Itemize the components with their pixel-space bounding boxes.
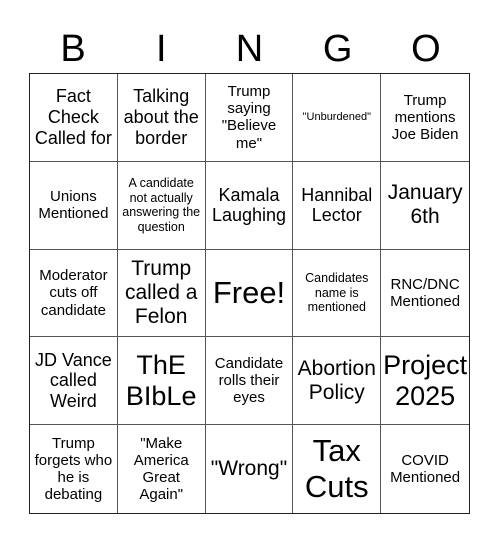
bingo-cell[interactable]: January 6th	[381, 162, 469, 250]
bingo-cell[interactable]: A candidate not actually answering the q…	[117, 161, 206, 250]
bingo-board: Fact Check Called for Talking about the …	[29, 73, 470, 514]
free-space[interactable]: Free!	[205, 249, 294, 338]
bingo-cell[interactable]: COVID Mentioned	[381, 425, 469, 513]
bingo-cell[interactable]: Fact Check Called for	[30, 74, 118, 162]
bingo-cell[interactable]: RNC/DNC Mentioned	[381, 250, 469, 338]
bingo-cell[interactable]: Trump mentions Joe Biden	[381, 74, 469, 162]
bingo-header: B I N G O	[29, 26, 470, 72]
bingo-cell[interactable]: "Wrong"	[206, 425, 294, 513]
header-letter-n: N	[235, 28, 264, 70]
bingo-cell[interactable]: Trump called a Felon	[117, 249, 206, 338]
bingo-cell[interactable]: Project 2025	[381, 337, 469, 426]
bingo-cell[interactable]: Moderator cuts off candidate	[30, 249, 118, 338]
bingo-cell[interactable]: Abortion Policy	[293, 337, 382, 426]
bingo-cell[interactable]: Unions Mentioned	[30, 161, 118, 250]
bingo-cell[interactable]: Candidate rolls their eyes	[205, 337, 294, 426]
bingo-cell[interactable]: JD Vance called Weird	[30, 337, 118, 426]
header-letter-g: G	[322, 28, 353, 70]
bingo-cell[interactable]: ThE BIbLe	[117, 337, 206, 426]
header-letter-i: I	[156, 28, 167, 70]
bingo-cell[interactable]: Hannibal Lector	[293, 161, 382, 250]
bingo-cell[interactable]: "Make America Great Again"	[118, 425, 206, 513]
header-letter-o: O	[411, 28, 441, 70]
bingo-cell[interactable]: Candidates name is mentioned	[293, 249, 382, 338]
bingo-cell[interactable]: Tax Cuts	[293, 425, 382, 513]
bingo-cell[interactable]: Trump saying "Believe me"	[205, 74, 294, 162]
bingo-cell[interactable]: Trump forgets who he is debating	[30, 425, 118, 513]
bingo-cell[interactable]: Talking about the border	[117, 74, 206, 162]
header-letter-b: B	[60, 28, 86, 70]
bingo-cell[interactable]: Kamala Laughing	[205, 161, 294, 250]
bingo-cell[interactable]: "Unburdened"	[293, 74, 382, 162]
